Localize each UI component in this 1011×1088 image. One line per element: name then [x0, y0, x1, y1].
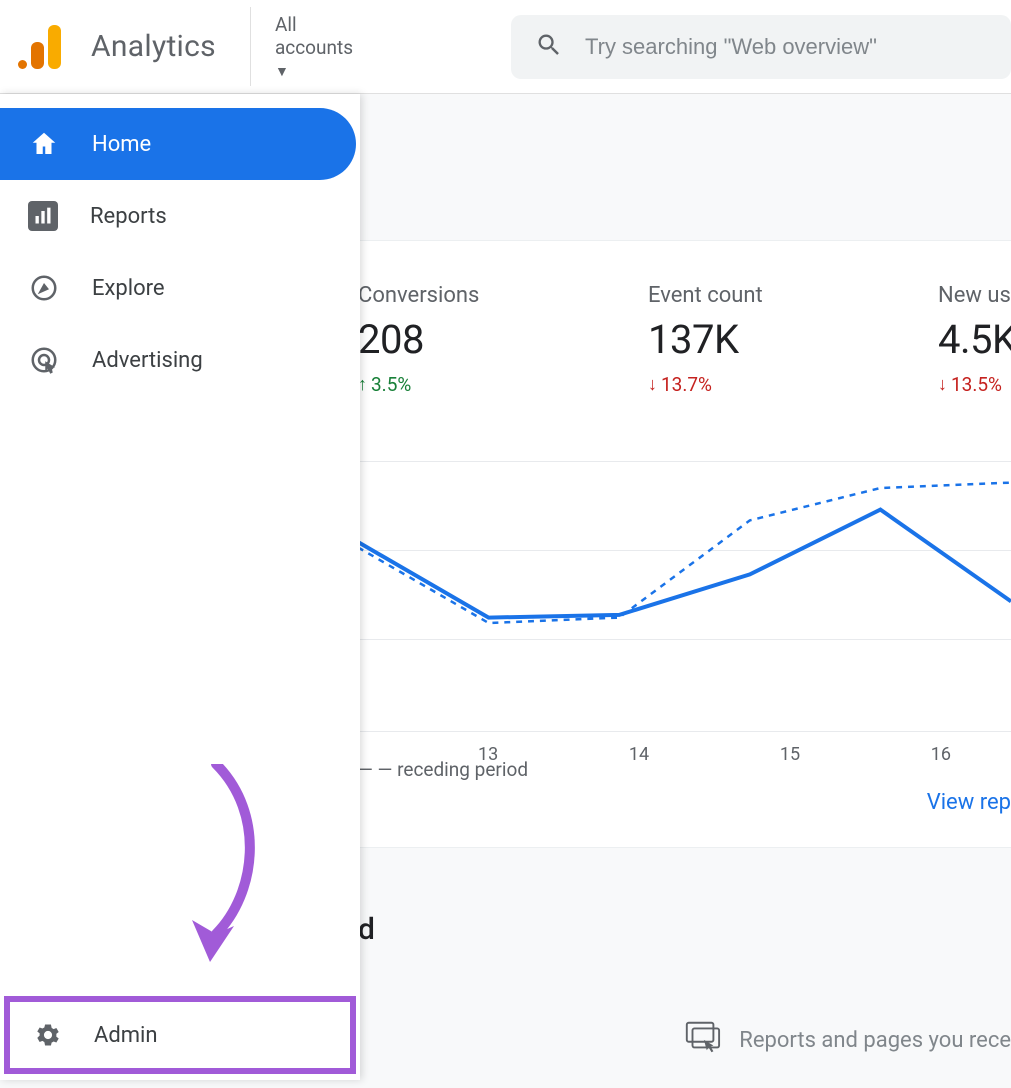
- metric-value: 208: [358, 316, 528, 363]
- suggested-hint-text: Reports and pages you rece: [739, 1028, 1011, 1053]
- arrow-down-icon: ↓: [648, 374, 657, 395]
- advertising-icon: [28, 344, 60, 376]
- chart-series-preceding: [358, 483, 1011, 623]
- chart-svg: [358, 461, 1011, 731]
- x-tick: 15: [780, 744, 800, 765]
- suggested-hint: Reports and pages you rece: [683, 1020, 1011, 1060]
- left-nav-sidebar: Home Reports Explore Advertising A: [0, 94, 360, 1080]
- bar-chart-icon: [28, 201, 58, 231]
- metric-change: ↑ 3.5%: [358, 373, 528, 396]
- sidebar-item-advertising[interactable]: Advertising: [0, 324, 356, 396]
- app-name: Analytics: [91, 29, 230, 64]
- chart-legend: — — receding period: [358, 758, 528, 781]
- sidebar-item-reports[interactable]: Reports: [0, 180, 356, 252]
- caret-down-icon: ▼: [275, 63, 289, 80]
- section-heading: d: [358, 912, 1011, 947]
- sidebar-item-label: Advertising: [92, 348, 203, 373]
- sidebar-item-label: Admin: [94, 1023, 158, 1048]
- search-bar[interactable]: [511, 15, 1011, 79]
- chart-series-current: [358, 510, 1011, 618]
- logo-dot: [18, 60, 27, 69]
- sidebar-item-label: Explore: [92, 276, 165, 301]
- metric-value: 137K: [648, 316, 818, 363]
- analytics-logo: [18, 25, 71, 69]
- account-label: All accounts: [275, 13, 361, 59]
- logo-bar-tall: [48, 25, 61, 69]
- sidebar-item-home[interactable]: Home: [0, 108, 356, 180]
- logo-bar-mid: [31, 42, 44, 69]
- search-icon: [535, 31, 563, 63]
- metric-change: ↓ 13.7%: [648, 373, 818, 396]
- search-input[interactable]: [585, 34, 987, 60]
- top-header: Analytics All accounts ▼: [0, 0, 1011, 94]
- arrow-down-icon: ↓: [938, 374, 947, 395]
- sidebar-item-admin[interactable]: Admin: [4, 996, 356, 1074]
- metric-change: ↓ 13.5%: [938, 373, 1011, 396]
- view-reports-link[interactable]: View rep: [927, 778, 1011, 827]
- x-tick: 14: [629, 744, 649, 765]
- explore-icon: [28, 272, 60, 304]
- metric-conversions[interactable]: Conversions 208 ↑ 3.5%: [358, 283, 528, 396]
- sidebar-item-label: Home: [92, 132, 151, 157]
- metric-event-count[interactable]: Event count 137K ↓ 13.7%: [648, 283, 818, 396]
- sidebar-item-label: Reports: [90, 204, 167, 229]
- metric-new-users[interactable]: New users 4.5K ↓ 13.5%: [938, 283, 1011, 396]
- metric-value: 4.5K: [938, 316, 1011, 363]
- overview-chart: 13 14 15 16: [358, 461, 1011, 731]
- metric-title: Conversions: [358, 283, 528, 308]
- home-icon: [28, 128, 60, 160]
- metric-title: New users: [938, 283, 1011, 308]
- sidebar-item-explore[interactable]: Explore: [0, 252, 356, 324]
- metric-title: Event count: [648, 283, 818, 308]
- chart-gridline: [358, 731, 1011, 732]
- nav-list: Home Reports Explore Advertising: [0, 94, 360, 992]
- gear-icon: [32, 1019, 64, 1051]
- x-tick: 16: [931, 744, 951, 765]
- cursor-cards-icon: [683, 1020, 721, 1060]
- account-switcher[interactable]: All accounts ▼: [250, 7, 381, 86]
